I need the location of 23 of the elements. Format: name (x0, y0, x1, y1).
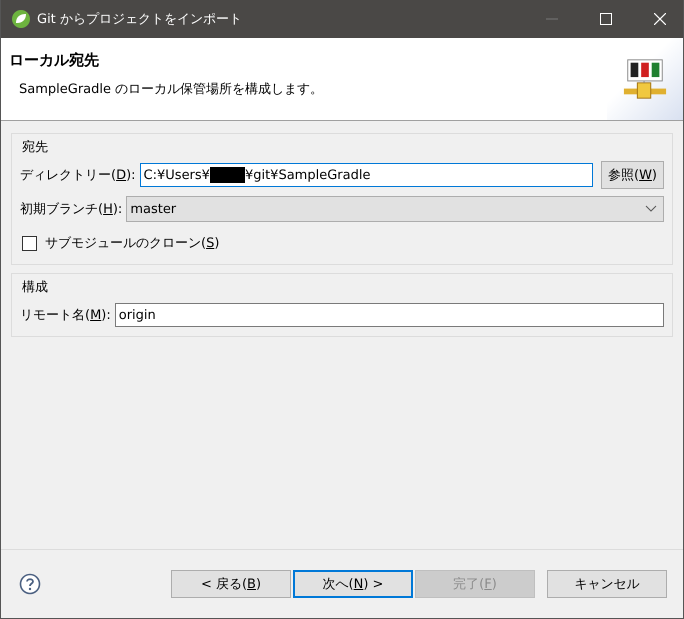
branch-dropdown[interactable]: master (126, 196, 664, 222)
page-title: ローカル宛先 (9, 51, 100, 70)
dialog-button[interactable]: 次へ(N) > (293, 570, 413, 598)
maximize-icon (600, 13, 612, 25)
checkbox[interactable] (22, 236, 37, 250)
dialog-button[interactable]: < 戻る(B) (171, 570, 291, 598)
browse-button[interactable]: 参照(W) (600, 161, 664, 189)
redaction-bar (210, 167, 245, 183)
remote-name-field[interactable]: origin (114, 303, 664, 327)
field-label: リモート名(M): (20, 307, 111, 324)
directory-field[interactable]: C:¥Users¥ ¥git¥SampleGradle (140, 163, 593, 187)
leaf-icon (11, 9, 31, 29)
page-description: SampleGradle のローカル保管場所を構成します。 (18, 81, 324, 98)
field-label: 初期ブランチ(H): (20, 201, 122, 218)
group-title: 宛先 (22, 139, 49, 156)
group-title: 構成 (22, 279, 49, 296)
checkbox-label: サブモジュールのクローン(S) (45, 235, 220, 252)
chevron-down-icon (645, 205, 657, 213)
help-icon[interactable] (19, 573, 41, 595)
close-icon (654, 13, 666, 25)
window-title: Git からプロジェクトをインポート (37, 11, 242, 28)
field-label: ディレクトリー(D): (20, 167, 136, 184)
dialog-button[interactable]: キャンセル (547, 570, 667, 598)
